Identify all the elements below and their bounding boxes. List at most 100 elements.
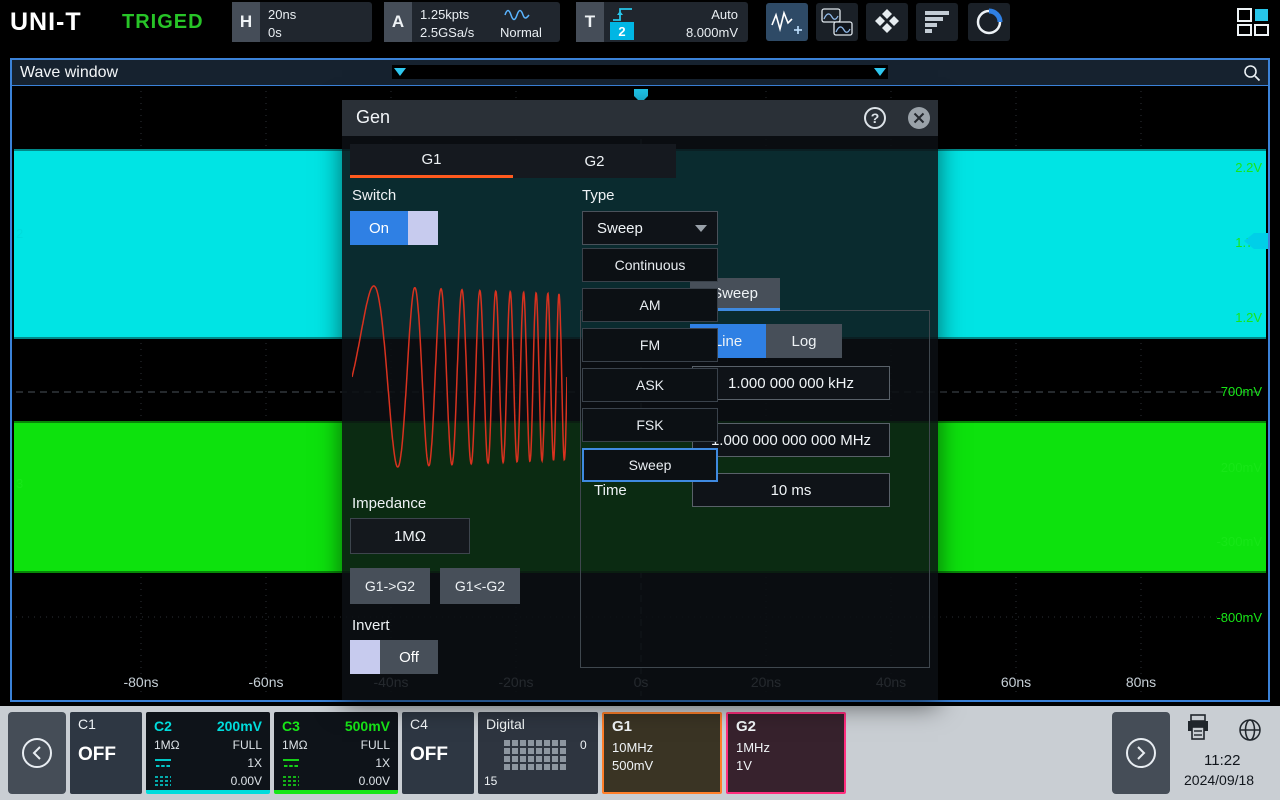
digital-label: Digital: [486, 716, 525, 732]
digital-channels-card[interactable]: Digital 0 15: [478, 712, 598, 794]
digital-pod-grid: [504, 740, 566, 770]
generator-dialog: Gen ? G1 G2 Switch On Type Sweep Continu…: [342, 100, 938, 700]
channel-name: C2: [154, 718, 172, 734]
channel-impedance: 1MΩ: [282, 738, 308, 752]
network-globe-icon[interactable]: [1238, 718, 1262, 747]
channel-impedance: 1MΩ: [154, 738, 180, 752]
prev-page-button[interactable]: [8, 712, 66, 794]
printer-icon[interactable]: [1186, 714, 1210, 747]
switch-label: Switch: [352, 187, 396, 204]
log-button[interactable]: Log: [766, 324, 842, 358]
chevron-right-icon: [1126, 738, 1156, 768]
channel-probe: 1X: [375, 756, 390, 770]
dropdown-option-am[interactable]: AM: [582, 288, 718, 322]
diamond-grid-button[interactable]: [866, 3, 908, 41]
dropdown-option-ask[interactable]: ASK: [582, 368, 718, 402]
horizontal-position-slider[interactable]: [392, 65, 888, 79]
c3-ground-marker[interactable]: 3: [16, 476, 23, 491]
invert-toggle[interactable]: Off: [350, 640, 438, 674]
wave-window-header: Wave window: [12, 60, 1268, 86]
generator-frequency: 1MHz: [736, 739, 836, 757]
generator-amplitude: 1V: [736, 757, 836, 775]
channel-state: OFF: [410, 744, 466, 766]
time-label: -60ns: [248, 674, 283, 690]
acquire-key: A: [384, 2, 412, 42]
trigger-settings-group[interactable]: T 2 Auto 8.000mV: [576, 2, 748, 42]
dashed-lines-icon: [154, 775, 172, 787]
dropdown-option-continuous[interactable]: Continuous: [582, 248, 718, 282]
generator-name: G1: [612, 718, 712, 735]
type-dropdown: Continuous AM FM ASK FSK Sweep: [582, 248, 718, 488]
tab-g2[interactable]: G2: [513, 144, 676, 178]
clock-date: 2024/09/18: [1184, 772, 1254, 788]
time-offset-value: 0s: [268, 25, 282, 40]
dual-waveform-icon: [821, 7, 853, 37]
sweep-time-field[interactable]: 10 ms: [692, 473, 890, 507]
time-scale-value: 20ns: [268, 7, 296, 22]
channel-scale: 200mV: [217, 718, 262, 734]
waveform-tool-button[interactable]: [766, 3, 808, 41]
c2-ground-marker[interactable]: 2: [16, 226, 23, 241]
generator-name: G2: [736, 718, 836, 735]
clock-time: 11:22: [1204, 752, 1240, 769]
generator-card-g1[interactable]: G1 10MHz 500mV: [602, 712, 722, 794]
generator-amplitude: 500mV: [612, 757, 712, 775]
window-layout-icon: [1236, 7, 1270, 37]
channel-card-c4[interactable]: C4 OFF: [402, 712, 474, 794]
channel-scale: 500mV: [345, 718, 390, 734]
channel-card-c1[interactable]: C1 OFF: [70, 712, 142, 794]
chevron-left-icon: [22, 738, 52, 768]
dashed-lines-icon: [282, 775, 300, 787]
help-icon[interactable]: ?: [864, 107, 886, 129]
type-label: Type: [582, 187, 615, 204]
oscilloscope-screen: UNI-T TRIGED H 20ns 0s A 1.25kpts 2.5GSa…: [0, 0, 1280, 800]
channel-card-c3[interactable]: C3 500mV 1MΩ FULL 1X 0.00V: [274, 712, 398, 794]
bottom-channel-bar: C1 OFF C2 200mV 1MΩ FULL 1X: [0, 706, 1280, 800]
copy-g2-to-g1-button[interactable]: G1<-G2: [440, 568, 520, 604]
slider-left-arrow[interactable]: [394, 68, 406, 76]
level-label: 2.2V: [1235, 160, 1262, 175]
histogram-icon: [923, 9, 951, 35]
generator-card-g2[interactable]: G2 1MHz 1V: [726, 712, 846, 794]
dc-coupling-icon: [282, 757, 300, 769]
wave-window-title: Wave window: [20, 64, 118, 82]
channel-card-c2[interactable]: C2 200mV 1MΩ FULL 1X 0.00V: [146, 712, 270, 794]
invert-on-segment: [350, 640, 380, 674]
histogram-button[interactable]: [916, 3, 958, 41]
channel-bandwidth: FULL: [233, 738, 262, 752]
acquire-settings-group[interactable]: A 1.25kpts 2.5GSa/s Normal: [384, 2, 560, 42]
invert-off-segment: Off: [380, 640, 438, 674]
tab-g1[interactable]: G1: [350, 144, 513, 178]
copy-g1-to-g2-button[interactable]: G1->G2: [350, 568, 430, 604]
horizontal-key: H: [232, 2, 260, 42]
stop-frequency-field[interactable]: 1.000 000 000 000 MHz: [692, 423, 890, 457]
dialog-titlebar: Gen ?: [342, 100, 938, 136]
level-label: -300mV: [1216, 534, 1262, 549]
generator-frequency: 10MHz: [612, 739, 712, 757]
channel-probe: 1X: [247, 756, 262, 770]
next-page-button[interactable]: [1112, 712, 1170, 794]
start-frequency-field[interactable]: 1.000 000 000 kHz: [692, 366, 890, 400]
close-icon[interactable]: [908, 107, 930, 129]
time-label: -80ns: [123, 674, 158, 690]
dropdown-option-fm[interactable]: FM: [582, 328, 718, 362]
type-select[interactable]: Sweep: [582, 211, 718, 245]
channel-offset: 0.00V: [359, 774, 390, 788]
zoom-icon[interactable]: [1242, 63, 1262, 88]
sample-rate-value: 2.5GSa/s: [420, 25, 474, 40]
dropdown-option-fsk[interactable]: FSK: [582, 408, 718, 442]
loading-circle-button[interactable]: [968, 3, 1010, 41]
slider-right-arrow[interactable]: [874, 68, 886, 76]
dialog-title: Gen: [356, 107, 390, 128]
trigger-level-value: 8.000mV: [686, 25, 738, 40]
acquire-mode-value: Normal: [500, 25, 542, 40]
diamond-grid-icon: [872, 7, 902, 37]
impedance-button[interactable]: 1MΩ: [350, 518, 470, 554]
window-layout-button[interactable]: [1232, 3, 1274, 41]
brand-logo: UNI-T: [10, 8, 82, 37]
time-label: 80ns: [1126, 674, 1156, 690]
dropdown-option-sweep[interactable]: Sweep: [582, 448, 718, 482]
horizontal-settings-group[interactable]: H 20ns 0s: [232, 2, 372, 42]
dual-waveform-button[interactable]: [816, 3, 858, 41]
switch-toggle[interactable]: On: [350, 211, 438, 245]
